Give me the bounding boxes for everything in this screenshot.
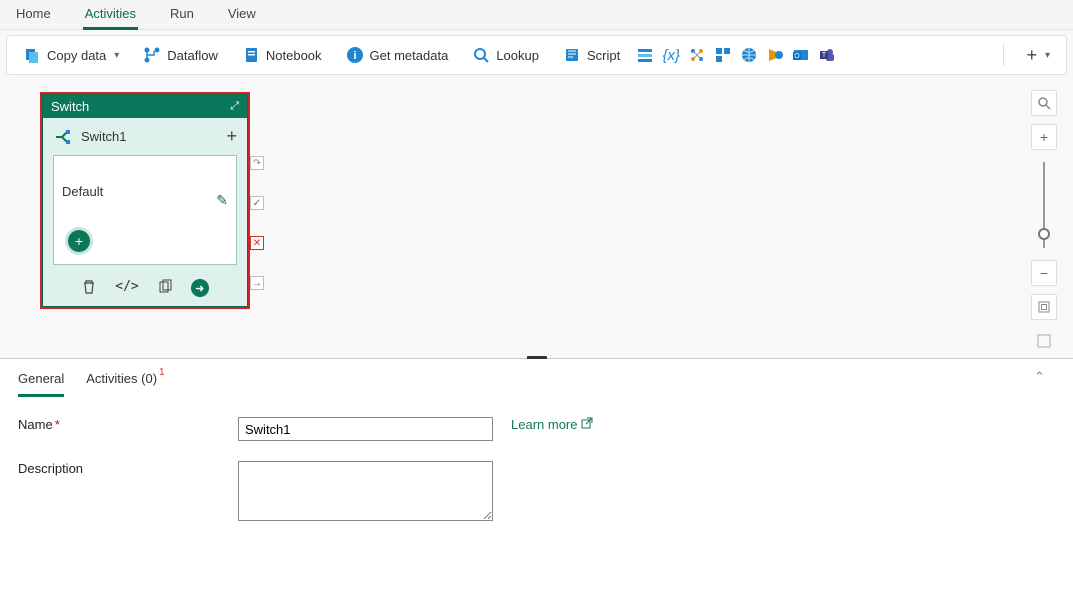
add-activity-inside-button[interactable]: + — [68, 230, 90, 252]
list-rows-icon[interactable] — [636, 46, 654, 64]
copy-data-button[interactable]: Copy data ▾ — [15, 42, 127, 68]
tab-general[interactable]: General — [18, 371, 64, 397]
globe-icon[interactable] — [740, 46, 758, 64]
dataflow-button[interactable]: Dataflow — [135, 42, 226, 68]
zoom-in-button[interactable]: + — [1031, 124, 1057, 150]
angle-brackets-icon[interactable]: </> — [115, 279, 138, 298]
trash-icon[interactable] — [81, 279, 97, 298]
svg-text:O: O — [794, 53, 800, 60]
name-input[interactable] — [238, 417, 493, 441]
expand-out-icon[interactable]: ⤢ — [230, 100, 239, 113]
menu-home[interactable]: Home — [14, 4, 53, 27]
name-field-label: Name* — [18, 417, 238, 432]
menu-view[interactable]: View — [226, 4, 258, 27]
add-activity-menu[interactable]: + ▾ — [1018, 41, 1058, 70]
switch-titlebar[interactable]: Switch ⤢ — [43, 95, 247, 118]
tab-activities-badge: 1 — [159, 367, 165, 378]
switch-branch-icon — [53, 128, 71, 146]
chevron-down-icon: ▾ — [1045, 50, 1050, 61]
zoom-slider[interactable] — [1043, 162, 1045, 248]
script-button[interactable]: Script — [555, 42, 628, 68]
notebook-label: Notebook — [266, 48, 322, 63]
menu-activities[interactable]: Activities — [83, 4, 138, 30]
lookup-label: Lookup — [496, 48, 539, 63]
plus-icon: + — [1026, 45, 1037, 66]
switch-title: Switch — [51, 99, 89, 114]
canvas-zoom-tools: + − — [1031, 90, 1057, 354]
overview-icon[interactable] — [1031, 328, 1057, 354]
copy-icon[interactable] — [157, 279, 173, 298]
port-retry[interactable]: ↷ — [250, 156, 264, 170]
switch-activity-name: Switch1 — [81, 129, 127, 144]
name-label-text: Name — [18, 417, 53, 432]
collapse-panel-button[interactable]: ⌃ — [1034, 369, 1045, 385]
lookup-button[interactable]: Lookup — [464, 42, 547, 68]
get-metadata-label: Get metadata — [370, 48, 449, 63]
script-label: Script — [587, 48, 620, 63]
zoom-out-button[interactable]: − — [1031, 260, 1057, 286]
toolbar-separator — [1003, 44, 1004, 66]
notebook-button[interactable]: Notebook — [234, 42, 330, 68]
squares-icon[interactable] — [714, 46, 732, 64]
port-failure[interactable]: ✕ — [250, 236, 264, 250]
svg-text:T: T — [822, 52, 827, 59]
port-success[interactable]: ✓ — [250, 196, 264, 210]
description-input[interactable] — [238, 461, 493, 521]
switch-activity-selected[interactable]: Switch ⤢ Switch1 + Default ✎ + </> — [40, 92, 250, 309]
get-metadata-button[interactable]: i Get metadata — [338, 42, 457, 68]
teams-icon[interactable]: T — [818, 46, 836, 64]
branch-icon — [143, 46, 161, 64]
tab-activities[interactable]: Activities (0)1 — [86, 371, 162, 397]
speaker-icon[interactable] — [766, 46, 784, 64]
copy-data-label: Copy data — [47, 48, 106, 63]
info-icon: i — [346, 46, 364, 64]
script-icon — [563, 46, 581, 64]
default-case-label: Default — [62, 164, 228, 199]
outlook-icon[interactable]: O — [792, 46, 810, 64]
default-case-box[interactable]: Default ✎ + — [53, 155, 237, 265]
external-link-icon — [581, 417, 593, 432]
zoom-fit-button[interactable] — [1031, 294, 1057, 320]
canvas-search-button[interactable] — [1031, 90, 1057, 116]
switch-action-bar: </> ➜ — [43, 273, 247, 306]
service-chain-icon[interactable] — [688, 46, 706, 64]
learn-more-text: Learn more — [511, 417, 577, 432]
pipeline-canvas[interactable]: Switch ⤢ Switch1 + Default ✎ + </> — [0, 80, 1073, 358]
add-case-button[interactable]: + — [226, 126, 237, 147]
search-icon — [472, 46, 490, 64]
learn-more-link[interactable]: Learn more — [511, 417, 593, 432]
svg-text:i: i — [353, 50, 356, 62]
tab-activities-label: Activities (0) — [86, 371, 157, 386]
chevron-down-icon: ▾ — [114, 50, 119, 61]
activities-toolbar: Copy data ▾ Dataflow Notebook i Get meta… — [6, 35, 1067, 75]
properties-tabs: General Activities (0)1 ⌃ — [18, 359, 1055, 397]
top-menu: Home Activities Run View — [0, 0, 1073, 30]
zoom-slider-knob[interactable] — [1038, 228, 1050, 240]
variable-icon[interactable]: {x} — [662, 46, 680, 64]
required-marker: * — [55, 417, 60, 432]
notebook-icon — [242, 46, 260, 64]
arrow-right-circle-icon[interactable]: ➜ — [191, 279, 209, 297]
properties-panel: General Activities (0)1 ⌃ Name* Learn mo… — [0, 359, 1073, 598]
description-field-label: Description — [18, 461, 238, 476]
pencil-icon[interactable]: ✎ — [216, 192, 228, 209]
dataflow-label: Dataflow — [167, 48, 218, 63]
copy-data-icon — [23, 46, 41, 64]
menu-run[interactable]: Run — [168, 4, 196, 27]
activity-output-ports: ↷ ✓ ✕ → — [250, 156, 264, 290]
port-completion[interactable]: → — [250, 276, 264, 290]
